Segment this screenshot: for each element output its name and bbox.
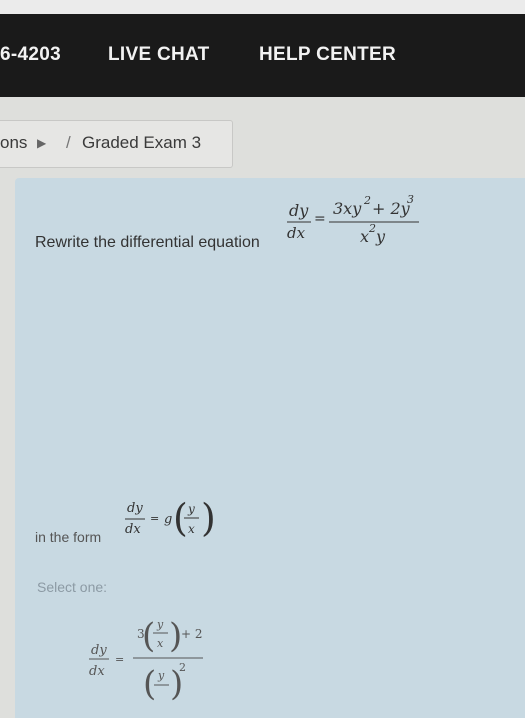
form-inner-numerator: y (187, 502, 195, 516)
svg-text:=: = (314, 211, 326, 227)
option-a-denominator-exponent: 2 (179, 661, 186, 674)
svg-text:=: = (150, 512, 159, 525)
breadcrumb-separator: / (66, 133, 71, 152)
svg-text:(: ( (142, 616, 155, 656)
equation-rhs-term-a: 3xy (333, 199, 362, 218)
target-form-equation: dy dx = g ( y x ) (123, 488, 233, 554)
header-links: 6-4203 LIVE CHAT HELP CENTER (0, 44, 525, 72)
form-inner-denominator: x (188, 522, 195, 536)
option-a-plus-term: + 2 (181, 627, 203, 641)
equation-rhs-denominator-exponent: 2 (368, 222, 376, 235)
option-a-lhs-numerator: dy (91, 643, 107, 658)
top-strip (0, 0, 525, 14)
equation-rhs-denominator-b: y (375, 227, 386, 246)
answer-option-a[interactable]: dy dx = 3 ( y x ) + 2 ( y ) 2 (85, 603, 235, 703)
help-center-link[interactable]: HELP CENTER (259, 44, 396, 66)
question-prompt: Rewrite the differential equation (35, 234, 260, 251)
form-lhs-denominator: dx (125, 522, 141, 537)
phone-number[interactable]: 6-4203 (0, 44, 61, 66)
svg-text:): ) (201, 496, 216, 540)
equation-rhs-term-a-exponent: 2 (363, 194, 371, 207)
option-a-lhs-denominator: dx (89, 664, 105, 679)
svg-text:(: ( (143, 664, 156, 703)
form-label: in the form (35, 529, 102, 545)
equation-rhs-term-b-exponent: 3 (407, 193, 414, 206)
differential-equation: dy dx = 3xy 2 + 2y 3 x 2 y (277, 190, 467, 260)
option-a-fraction-numerator: y (156, 618, 164, 631)
form-lhs-numerator: dy (127, 501, 143, 516)
select-one-label: Select one: (37, 579, 108, 595)
top-navigation-bar: 6-4203 LIVE CHAT HELP CENTER (0, 0, 525, 97)
question-panel: Rewrite the differential equation dy dx … (15, 178, 525, 718)
svg-text:=: = (115, 653, 124, 666)
equation-rhs-term-b: + 2y (372, 199, 411, 218)
breadcrumb-prefix[interactable]: ons (0, 133, 27, 153)
breadcrumb-arrow-icon: ▶ (37, 136, 47, 150)
svg-text:y: y (157, 669, 165, 682)
equation-rhs-denominator: x (360, 227, 369, 246)
equation-lhs-numerator: dy (289, 201, 309, 220)
breadcrumb-current[interactable]: Graded Exam 3 (82, 133, 201, 153)
form-g-function: g (164, 512, 172, 527)
option-a-fraction-denominator: x (157, 637, 164, 650)
equation-lhs-denominator: dx (287, 224, 306, 242)
live-chat-link[interactable]: LIVE CHAT (108, 44, 210, 66)
breadcrumb: ons ▶ / Graded Exam 3 (0, 120, 233, 168)
